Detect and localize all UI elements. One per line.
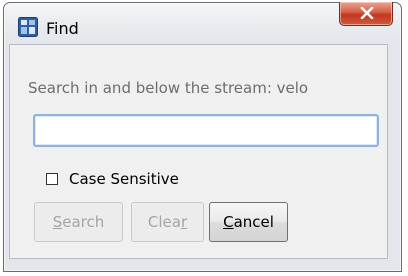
case-sensitive-label: Case Sensitive	[69, 170, 179, 188]
close-button[interactable]	[339, 2, 393, 26]
search-button[interactable]: Search	[34, 202, 123, 242]
case-sensitive-checkbox[interactable]	[46, 173, 58, 185]
find-window-icon	[18, 17, 38, 37]
title-bar[interactable]: Find	[4, 2, 401, 41]
search-scope-label: Search in and below the stream: velo	[28, 79, 309, 97]
case-sensitive-checkbox-row[interactable]: Case Sensitive	[46, 170, 179, 188]
window-title: Find	[46, 19, 79, 38]
close-icon	[360, 7, 374, 19]
search-input[interactable]	[33, 114, 379, 147]
cancel-button[interactable]: Cancel	[209, 202, 288, 242]
clear-button[interactable]: Clea r	[131, 202, 204, 242]
